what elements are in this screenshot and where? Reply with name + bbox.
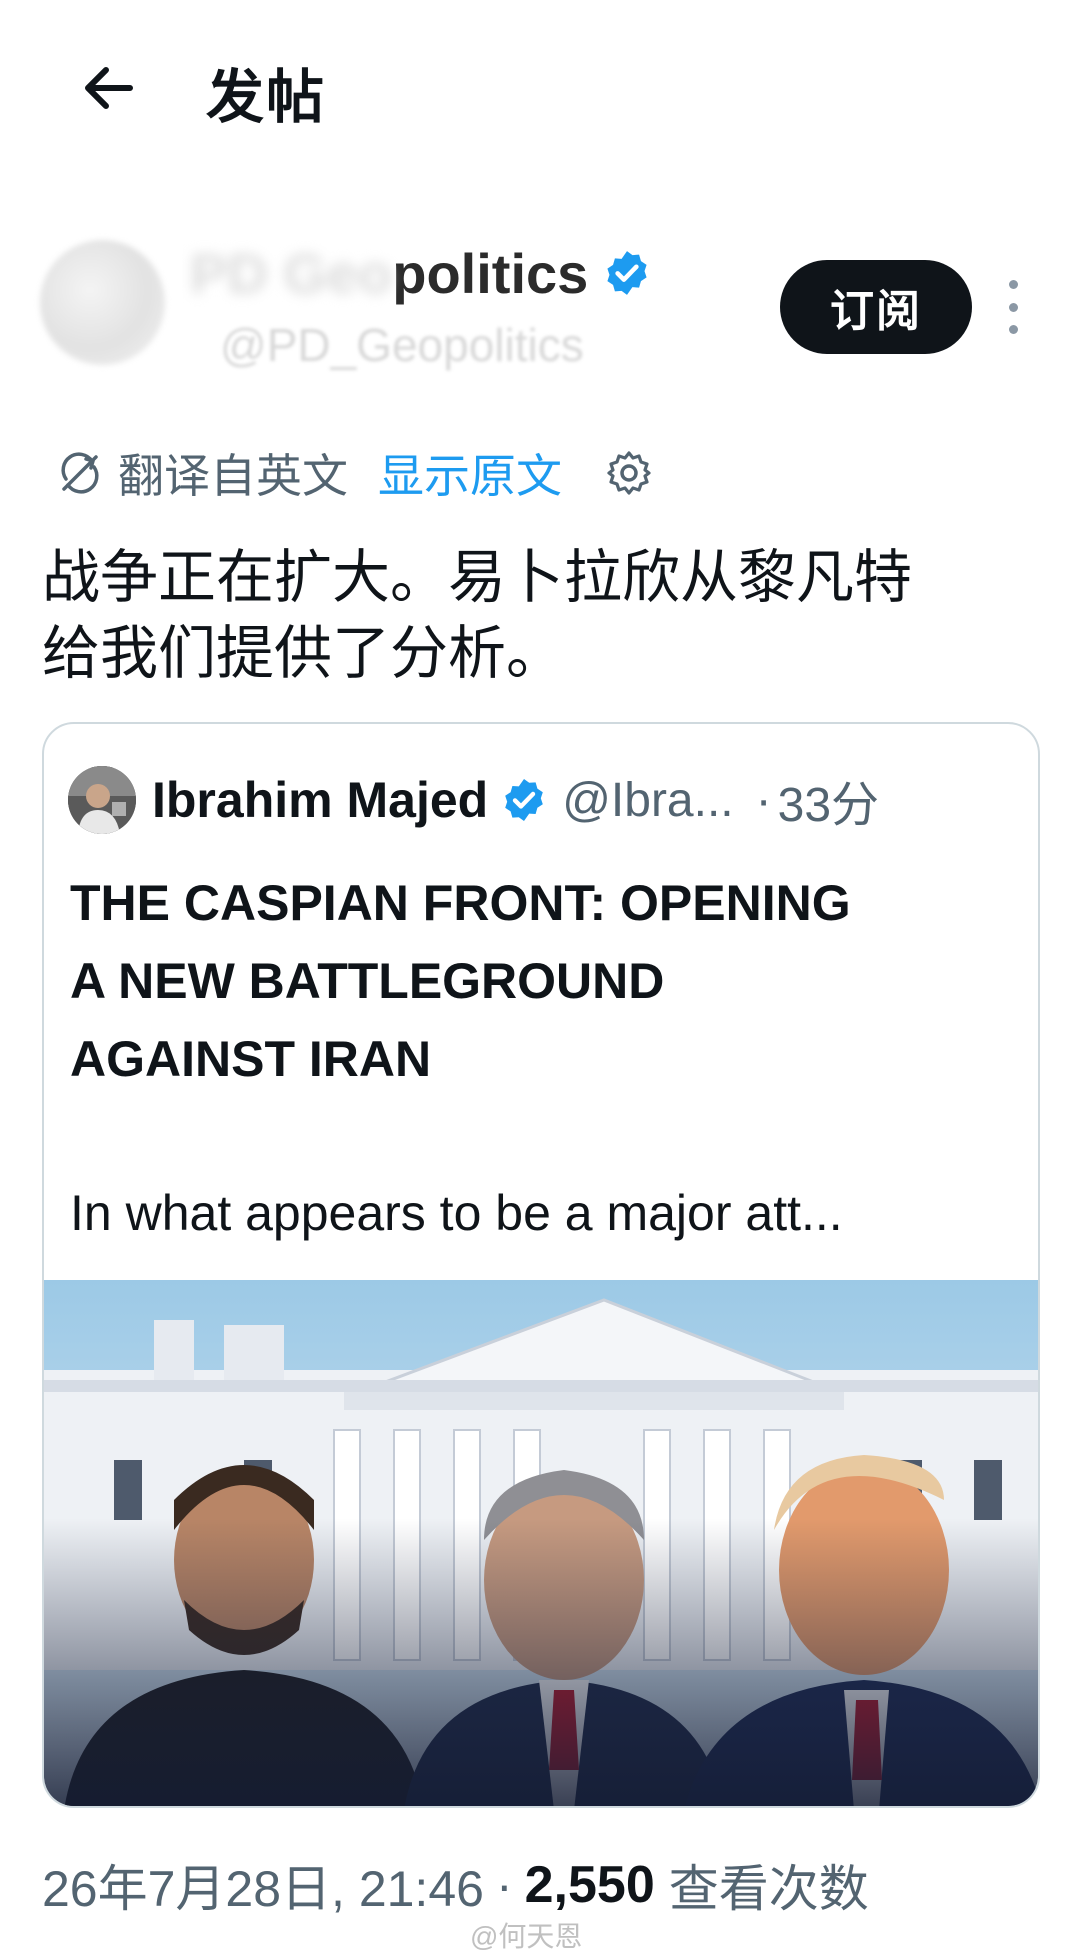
more-vertical-icon: [1008, 280, 1018, 289]
quoted-tweet-card[interactable]: Ibrahim Majed @Ibra... · 33分 THE CASPIAN…: [42, 722, 1040, 1808]
watermark: @何天恩: [470, 1921, 583, 1952]
quoted-snippet: In what appears to be a major att...: [70, 1185, 843, 1241]
quoted-author-name[interactable]: Ibrahim Majed: [152, 771, 488, 829]
top-bar: 发帖: [0, 0, 1080, 170]
quoted-headline: THE CASPIAN FRONT: OPENING A NEW BATTLEG…: [70, 864, 1010, 1098]
more-options-button[interactable]: [1000, 280, 1026, 334]
separator-dot: ·: [755, 773, 772, 827]
quoted-article-image[interactable]: [44, 1280, 1040, 1808]
author-name[interactable]: PD Geopolitics: [190, 241, 588, 306]
quoted-headline-line: AGAINST IRAN: [70, 1031, 432, 1087]
quoted-headline-line: THE CASPIAN FRONT: OPENING: [70, 875, 851, 931]
translated-from-label: 翻译自英文: [118, 450, 348, 502]
back-arrow-icon: [85, 67, 133, 109]
page-title: 发帖: [206, 65, 327, 130]
translation-row: 翻译自英文 显示原文: [56, 440, 654, 506]
back-button[interactable]: [72, 52, 144, 124]
separator-dot: ·: [495, 1857, 513, 1913]
person-photo-icon: [68, 766, 136, 834]
tweet-text-line: 给我们提供了分析。: [42, 621, 565, 686]
subscribe-button[interactable]: 订阅: [780, 260, 972, 354]
verified-badge-icon: [607, 251, 647, 295]
quoted-headline-line: A NEW BATTLEGROUND: [70, 953, 665, 1009]
quoted-author-handle: @Ibra...: [562, 773, 734, 827]
tweet-text-line: 战争正在扩大。易卜拉欣从黎凡特: [42, 545, 913, 610]
show-original-link[interactable]: 显示原文: [378, 440, 562, 506]
tweet-timestamp[interactable]: 26年7月28日, 21:46: [42, 1849, 484, 1921]
author-avatar[interactable]: [40, 240, 165, 365]
settings-gear-icon[interactable]: [604, 448, 654, 498]
quoted-timestamp: 33分: [777, 779, 880, 832]
author-name-row[interactable]: PD Geopolitics: [190, 238, 652, 308]
author-handle: @PD_Geopolitics: [220, 319, 584, 371]
verified-badge-icon: [505, 779, 543, 821]
tweet-text: 战争正在扩大。易卜拉欣从黎凡特 给我们提供了分析。: [42, 540, 1032, 692]
view-count-label: 查看次数: [668, 1861, 869, 1917]
translate-icon: [61, 452, 99, 494]
view-count: 2,550: [524, 1856, 655, 1914]
tweet-meta-row: 26年7月28日, 21:46 · 2,550 查看次数: [42, 1850, 869, 1920]
quoted-tweet-header: Ibrahim Majed @Ibra... · 33分: [68, 764, 1018, 836]
tweet-detail-page: 发帖 PD Geopolitics @PD_Geopolitics 订阅 翻译自…: [0, 0, 1080, 1957]
quoted-author-avatar[interactable]: [68, 766, 136, 834]
